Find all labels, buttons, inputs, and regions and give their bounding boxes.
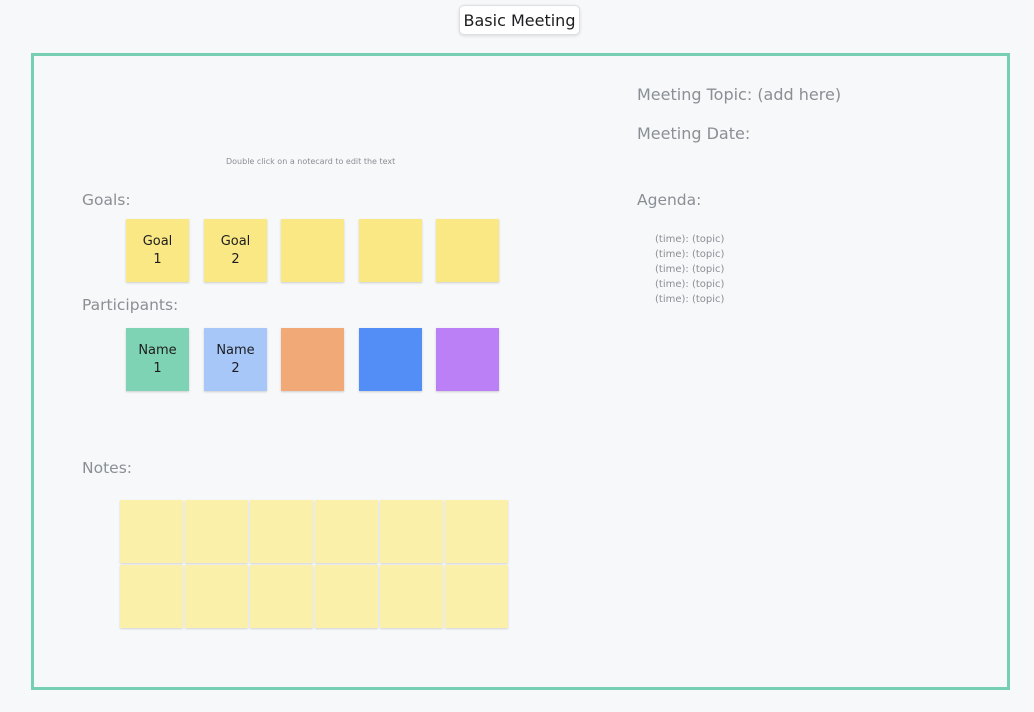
note-card[interactable] <box>445 500 508 563</box>
note-card[interactable] <box>380 565 443 628</box>
note-card[interactable] <box>185 565 248 628</box>
participant-card[interactable]: Name 2 <box>204 328 267 391</box>
goal-card[interactable] <box>436 219 499 282</box>
goal-card[interactable]: Goal 2 <box>204 219 267 282</box>
meeting-date[interactable]: Meeting Date: <box>637 124 750 143</box>
meeting-topic[interactable]: Meeting Topic: (add here) <box>637 85 841 104</box>
notes-label: Notes: <box>82 459 132 477</box>
participant-card[interactable]: Name 1 <box>126 328 189 391</box>
goal-card[interactable] <box>281 219 344 282</box>
agenda-item[interactable]: (time): (topic) <box>655 292 724 307</box>
participant-card[interactable] <box>436 328 499 391</box>
participant-card[interactable] <box>281 328 344 391</box>
agenda-item[interactable]: (time): (topic) <box>655 262 724 277</box>
board-title[interactable]: Basic Meeting <box>459 5 580 35</box>
note-card[interactable] <box>315 565 378 628</box>
agenda-label: Agenda: <box>637 191 702 209</box>
note-card[interactable] <box>380 500 443 563</box>
note-card[interactable] <box>315 500 378 563</box>
edit-hint: Double click on a notecard to edit the t… <box>226 157 396 166</box>
agenda-item[interactable]: (time): (topic) <box>655 232 724 247</box>
participants-label: Participants: <box>82 296 179 314</box>
note-card[interactable] <box>250 500 313 563</box>
note-card[interactable] <box>185 500 248 563</box>
note-card[interactable] <box>120 500 183 563</box>
participant-card[interactable] <box>359 328 422 391</box>
goals-label: Goals: <box>82 191 131 209</box>
goal-card[interactable]: Goal 1 <box>126 219 189 282</box>
note-card[interactable] <box>250 565 313 628</box>
note-card[interactable] <box>445 565 508 628</box>
agenda-item[interactable]: (time): (topic) <box>655 247 724 262</box>
note-card[interactable] <box>120 565 183 628</box>
agenda-list: (time): (topic) (time): (topic) (time): … <box>655 232 724 307</box>
goal-card[interactable] <box>359 219 422 282</box>
agenda-item[interactable]: (time): (topic) <box>655 277 724 292</box>
